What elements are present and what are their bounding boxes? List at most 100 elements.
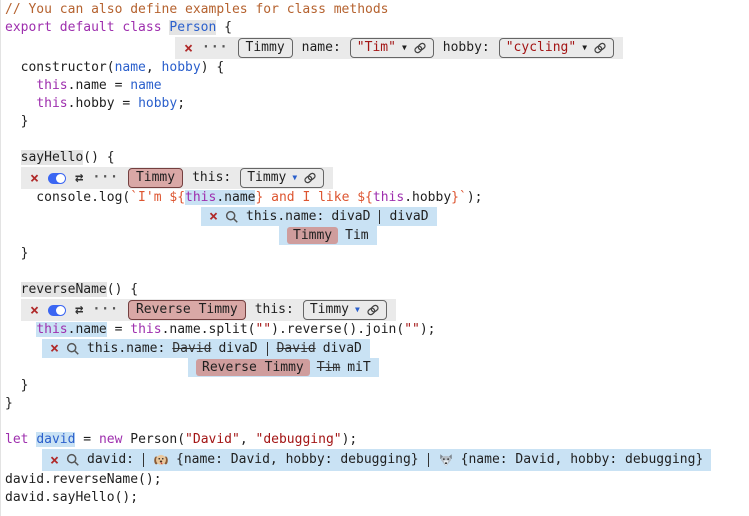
code-line: } bbox=[5, 395, 749, 413]
divider bbox=[428, 453, 429, 467]
code-token: } bbox=[5, 114, 28, 129]
toggle-on-icon[interactable] bbox=[48, 305, 66, 316]
code-token: () { bbox=[107, 282, 138, 297]
code-token: console.log( bbox=[5, 190, 130, 205]
code-token bbox=[5, 322, 36, 337]
this-value-dropdown[interactable]: Timmy ▼ bbox=[303, 300, 387, 320]
code-token: , bbox=[146, 60, 162, 75]
code-line: this.name = this.name.split("").reverse(… bbox=[5, 321, 749, 339]
code-token: .hobby bbox=[404, 190, 451, 205]
hobby-value-dropdown[interactable]: "cycling" ▼ bbox=[499, 38, 614, 58]
code-block-between: } reverseName() { bbox=[5, 245, 749, 299]
dropdown-value: "cycling" bbox=[506, 37, 576, 59]
link-icon[interactable] bbox=[593, 41, 607, 55]
class-example-widget: × ··· Timmy name: "Tim" ▼ hobby: "cyclin… bbox=[175, 37, 623, 59]
code-token: name bbox=[130, 78, 161, 93]
example-name-button[interactable]: Timmy bbox=[128, 168, 183, 188]
this-value-dropdown[interactable]: Timmy ▼ bbox=[240, 168, 324, 188]
name-value-dropdown[interactable]: "Tim" ▼ bbox=[350, 38, 434, 58]
magnifier-icon[interactable] bbox=[225, 210, 239, 224]
example-value: Tim bbox=[345, 226, 368, 245]
link-icon[interactable] bbox=[413, 41, 427, 55]
code-token: ${ bbox=[169, 190, 185, 205]
probe-old-value-b: David bbox=[277, 339, 316, 358]
more-options-icon[interactable]: ··· bbox=[202, 37, 228, 59]
example-name-button[interactable]: Timmy bbox=[238, 38, 293, 58]
class-example-widget-row: × ··· Timmy name: "Tim" ▼ hobby: "cyclin… bbox=[5, 37, 749, 59]
probe-david-row: × david: {name: David, hobby: debugging}… bbox=[5, 449, 749, 471]
close-icon[interactable]: × bbox=[209, 209, 218, 224]
code-token: this bbox=[373, 190, 404, 205]
this-label: this: bbox=[255, 299, 294, 321]
code-token: reverseName bbox=[21, 282, 107, 297]
toggle-on-icon[interactable] bbox=[48, 173, 66, 184]
code-token: .name bbox=[216, 190, 255, 205]
code-line: } bbox=[5, 245, 749, 263]
code-block-constructor: constructor(name, hobby) { this.name = n… bbox=[5, 59, 749, 167]
probe-label: david: bbox=[87, 449, 134, 471]
more-options-icon[interactable]: ··· bbox=[92, 299, 118, 321]
close-icon[interactable]: × bbox=[30, 171, 39, 186]
close-icon[interactable]: × bbox=[184, 41, 193, 56]
code-token: .name = bbox=[68, 78, 131, 93]
code-token: .name.split( bbox=[162, 322, 256, 337]
code-token: david.reverseName(); bbox=[5, 472, 162, 487]
probe-row: Timmy Tim bbox=[5, 226, 749, 245]
probe-david: × david: {name: David, hobby: debugging}… bbox=[42, 449, 711, 471]
code-token: new bbox=[99, 432, 122, 447]
code-line: this.name = name bbox=[5, 77, 749, 95]
code-line bbox=[5, 131, 749, 149]
code-token: { bbox=[216, 20, 232, 35]
code-token: ${ bbox=[357, 190, 373, 205]
code-token: david bbox=[36, 432, 75, 447]
close-icon[interactable]: × bbox=[30, 303, 39, 318]
link-icon[interactable] bbox=[303, 171, 317, 185]
probe-row: × this.name: divaD divaD bbox=[5, 207, 749, 226]
dropdown-value: Timmy bbox=[310, 299, 349, 321]
magnifier-icon[interactable] bbox=[66, 342, 80, 356]
wolf-icon bbox=[438, 452, 454, 468]
code-line bbox=[5, 413, 749, 431]
example-name-button[interactable]: Reverse Timmy bbox=[128, 300, 246, 320]
code-block-calls: david.reverseName();david.sayHello(); bbox=[5, 471, 749, 507]
code-token: this bbox=[185, 190, 216, 205]
magnifier-icon[interactable] bbox=[66, 453, 80, 467]
code-line: } bbox=[5, 377, 749, 395]
code-token: "debugging" bbox=[256, 432, 342, 447]
code-line: reverseName() { bbox=[5, 281, 749, 299]
code-block-header: // You can also define examples for clas… bbox=[5, 1, 749, 37]
dropdown-value: Timmy bbox=[247, 167, 286, 189]
code-line: console.log(`I'm ${this.name} and I like… bbox=[5, 189, 749, 207]
code-token: .hobby = bbox=[68, 96, 138, 111]
code-token: `I'm bbox=[130, 190, 169, 205]
swap-arrows-icon[interactable]: ⇄ bbox=[75, 167, 83, 189]
probe-value-a: {name: David, hobby: debugging} bbox=[176, 449, 419, 471]
code-line: this.hobby = hobby; bbox=[5, 95, 749, 113]
code-editor: // You can also define examples for clas… bbox=[0, 0, 749, 516]
close-icon[interactable]: × bbox=[50, 453, 59, 468]
probe-sayhello-main: × this.name: divaD divaD bbox=[201, 207, 437, 226]
code-block-reverse-body: this.name = this.name.split("").reverse(… bbox=[5, 321, 749, 339]
caret-down-icon: ▼ bbox=[582, 44, 587, 52]
this-label: this: bbox=[192, 167, 231, 189]
probe-row: × this.name: David divaD David divaD bbox=[5, 339, 749, 358]
example-badge: Reverse Timmy bbox=[196, 359, 310, 376]
example-old-value: Tim bbox=[317, 358, 340, 377]
code-token: // You can also define examples for clas… bbox=[5, 2, 389, 17]
swap-arrows-icon[interactable]: ⇄ bbox=[75, 299, 83, 321]
probe-row: Reverse Timmy Tim miT bbox=[5, 358, 749, 377]
close-icon[interactable]: × bbox=[50, 341, 59, 356]
code-token: export default class bbox=[5, 20, 169, 35]
code-token: this bbox=[36, 78, 67, 93]
code-token: }` bbox=[451, 190, 467, 205]
sayhello-example-widget: × ⇄ ··· Timmy this: Timmy ▼ bbox=[21, 167, 333, 189]
code-line: constructor(name, hobby) { bbox=[5, 59, 749, 77]
code-line: // You can also define examples for clas… bbox=[5, 1, 749, 19]
link-icon[interactable] bbox=[366, 303, 380, 317]
more-options-icon[interactable]: ··· bbox=[92, 167, 118, 189]
code-token: let bbox=[5, 432, 36, 447]
probe-new-value-a: divaD bbox=[218, 339, 257, 358]
code-token: Person bbox=[169, 20, 216, 35]
code-token: } bbox=[5, 378, 28, 393]
code-token: sayHello bbox=[21, 150, 84, 165]
